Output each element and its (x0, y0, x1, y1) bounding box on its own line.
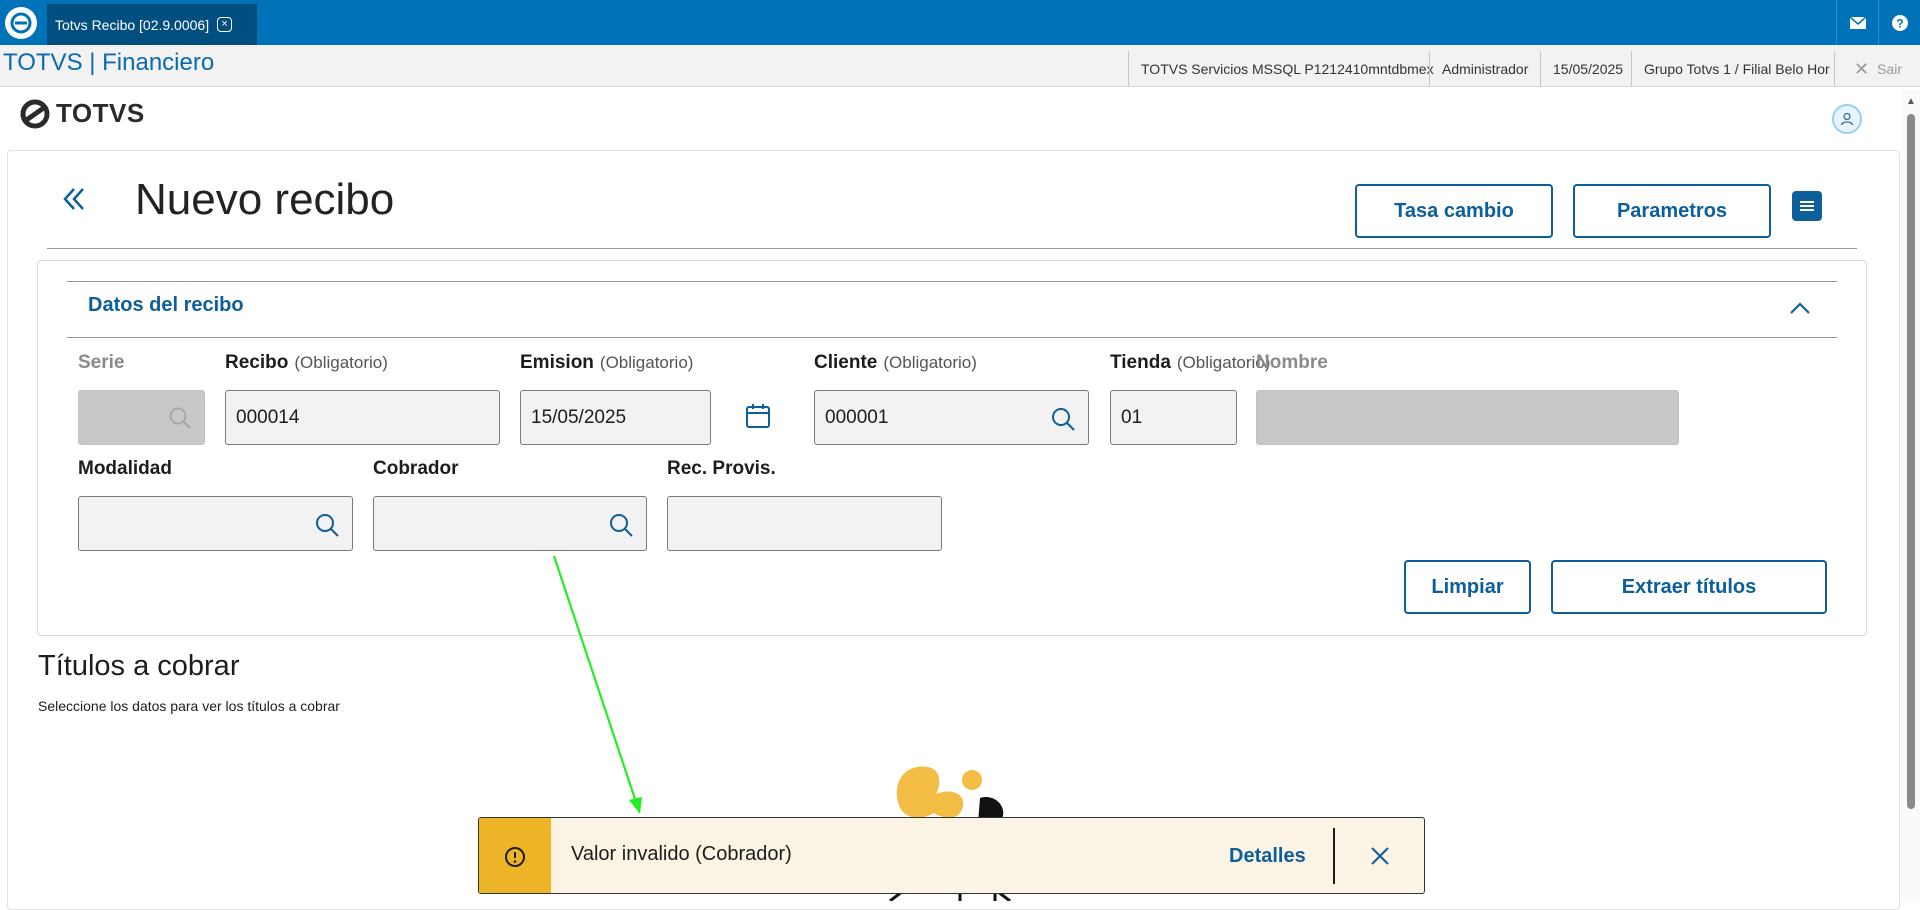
mail-icon[interactable] (1836, 0, 1878, 45)
toast-divider (1333, 828, 1335, 884)
extraer-titulos-button[interactable]: Extraer títulos (1551, 560, 1827, 614)
window-tab[interactable]: Totvs Recibo [02.9.0006] × (47, 4, 257, 45)
recibo-label: Recibo (Obligatorio) (225, 352, 388, 373)
cliente-value: 000001 (825, 406, 889, 428)
recibo-value: 000014 (236, 406, 300, 428)
window-tab-title: Totvs Recibo [02.9.0006] (55, 16, 210, 33)
tienda-input[interactable]: 01 (1110, 390, 1237, 445)
search-icon[interactable] (608, 512, 634, 544)
nombre-field (1256, 390, 1679, 445)
required-hint: (Obligatorio) (599, 353, 694, 372)
tienda-label: Tienda (Obligatorio) (1110, 352, 1271, 373)
emision-value: 15/05/2025 (531, 406, 627, 428)
emision-input[interactable]: 15/05/2025 (520, 390, 711, 445)
page-title: Nuevo recibo (135, 175, 395, 224)
app-title: TOTVS | Financiero (3, 49, 215, 76)
title-divider (47, 248, 1857, 249)
error-toast: Valor invalido (Cobrador) Detalles (478, 817, 1425, 894)
modalidad-input[interactable] (78, 496, 353, 551)
titles-section-title: Títulos a cobrar (38, 650, 240, 682)
tasa-cambio-button[interactable]: Tasa cambio (1355, 184, 1553, 238)
scrollbar-thumb[interactable] (1907, 114, 1915, 809)
close-tab-icon[interactable]: × (217, 17, 233, 32)
toast-message: Valor invalido (Cobrador) (571, 843, 792, 865)
section-title[interactable]: Datos del recibo (88, 294, 244, 317)
search-icon (168, 406, 192, 436)
limpiar-button[interactable]: Limpiar (1404, 560, 1531, 614)
tienda-value: 01 (1121, 406, 1143, 428)
parametros-button[interactable]: Parametros (1573, 184, 1771, 238)
serie-field (78, 390, 205, 445)
rec-provis-input[interactable] (667, 496, 942, 551)
svg-text:?: ? (1896, 16, 1903, 30)
app-header-bar: TOTVS | Financiero TOTVS Servicios MSSQL… (0, 45, 1920, 87)
required-hint: (Obligatorio) (294, 353, 388, 372)
section-bottom-divider (67, 337, 1837, 338)
exit-button[interactable]: ✕ Sair (1854, 51, 1902, 87)
close-icon[interactable] (1369, 845, 1391, 872)
cobrador-label: Cobrador (373, 458, 459, 479)
nombre-label: Nombre (1256, 352, 1328, 373)
search-icon[interactable] (314, 512, 340, 544)
branch-info: Grupo Totvs 1 / Filial Belo Hor (1631, 51, 1842, 87)
titles-section-subtitle: Seleccione los datos para ver los título… (38, 698, 340, 714)
help-icon[interactable]: ? (1878, 0, 1920, 45)
user-info: Administrador (1429, 51, 1540, 87)
required-hint: (Obligatorio) (883, 353, 977, 372)
emision-label: Emision (Obligatorio) (520, 352, 694, 373)
serie-label: Serie (78, 352, 125, 373)
modalidad-label: Modalidad (78, 458, 172, 479)
warning-icon (505, 846, 525, 867)
header-divider (1834, 51, 1835, 87)
search-icon[interactable] (1050, 406, 1076, 438)
totvs-logo-icon (20, 99, 50, 128)
scroll-up-icon[interactable]: ▲ (1906, 96, 1916, 107)
chevron-up-icon[interactable] (1788, 296, 1812, 325)
vertical-scrollbar[interactable]: ▲ (1902, 90, 1920, 901)
totvs-app-icon[interactable] (5, 7, 37, 39)
recibo-input[interactable]: 000014 (225, 390, 500, 445)
cobrador-input[interactable] (373, 496, 647, 551)
date-info: 15/05/2025 (1540, 51, 1635, 87)
calendar-icon[interactable] (745, 403, 771, 434)
section-top-divider (67, 281, 1837, 282)
exit-label: Sair (1877, 61, 1902, 77)
totvs-logo: TOTVS (20, 98, 145, 129)
environment-info: TOTVS Servicios MSSQL P1212410mntdbmex (1128, 51, 1446, 87)
cliente-label: Cliente (Obligatorio) (814, 352, 977, 373)
cliente-input[interactable]: 000001 (814, 390, 1089, 445)
close-icon: ✕ (1854, 58, 1870, 79)
toast-details-link[interactable]: Detalles (1229, 845, 1306, 868)
brand-name: TOTVS (56, 98, 145, 128)
toast-warning-strip (479, 818, 551, 893)
user-avatar-icon[interactable] (1832, 104, 1862, 134)
rec-provis-label: Rec. Provis. (667, 458, 776, 479)
back-icon[interactable] (60, 180, 88, 222)
menu-icon[interactable] (1792, 191, 1822, 221)
top-bar: Totvs Recibo [02.9.0006] × ? (0, 0, 1920, 45)
